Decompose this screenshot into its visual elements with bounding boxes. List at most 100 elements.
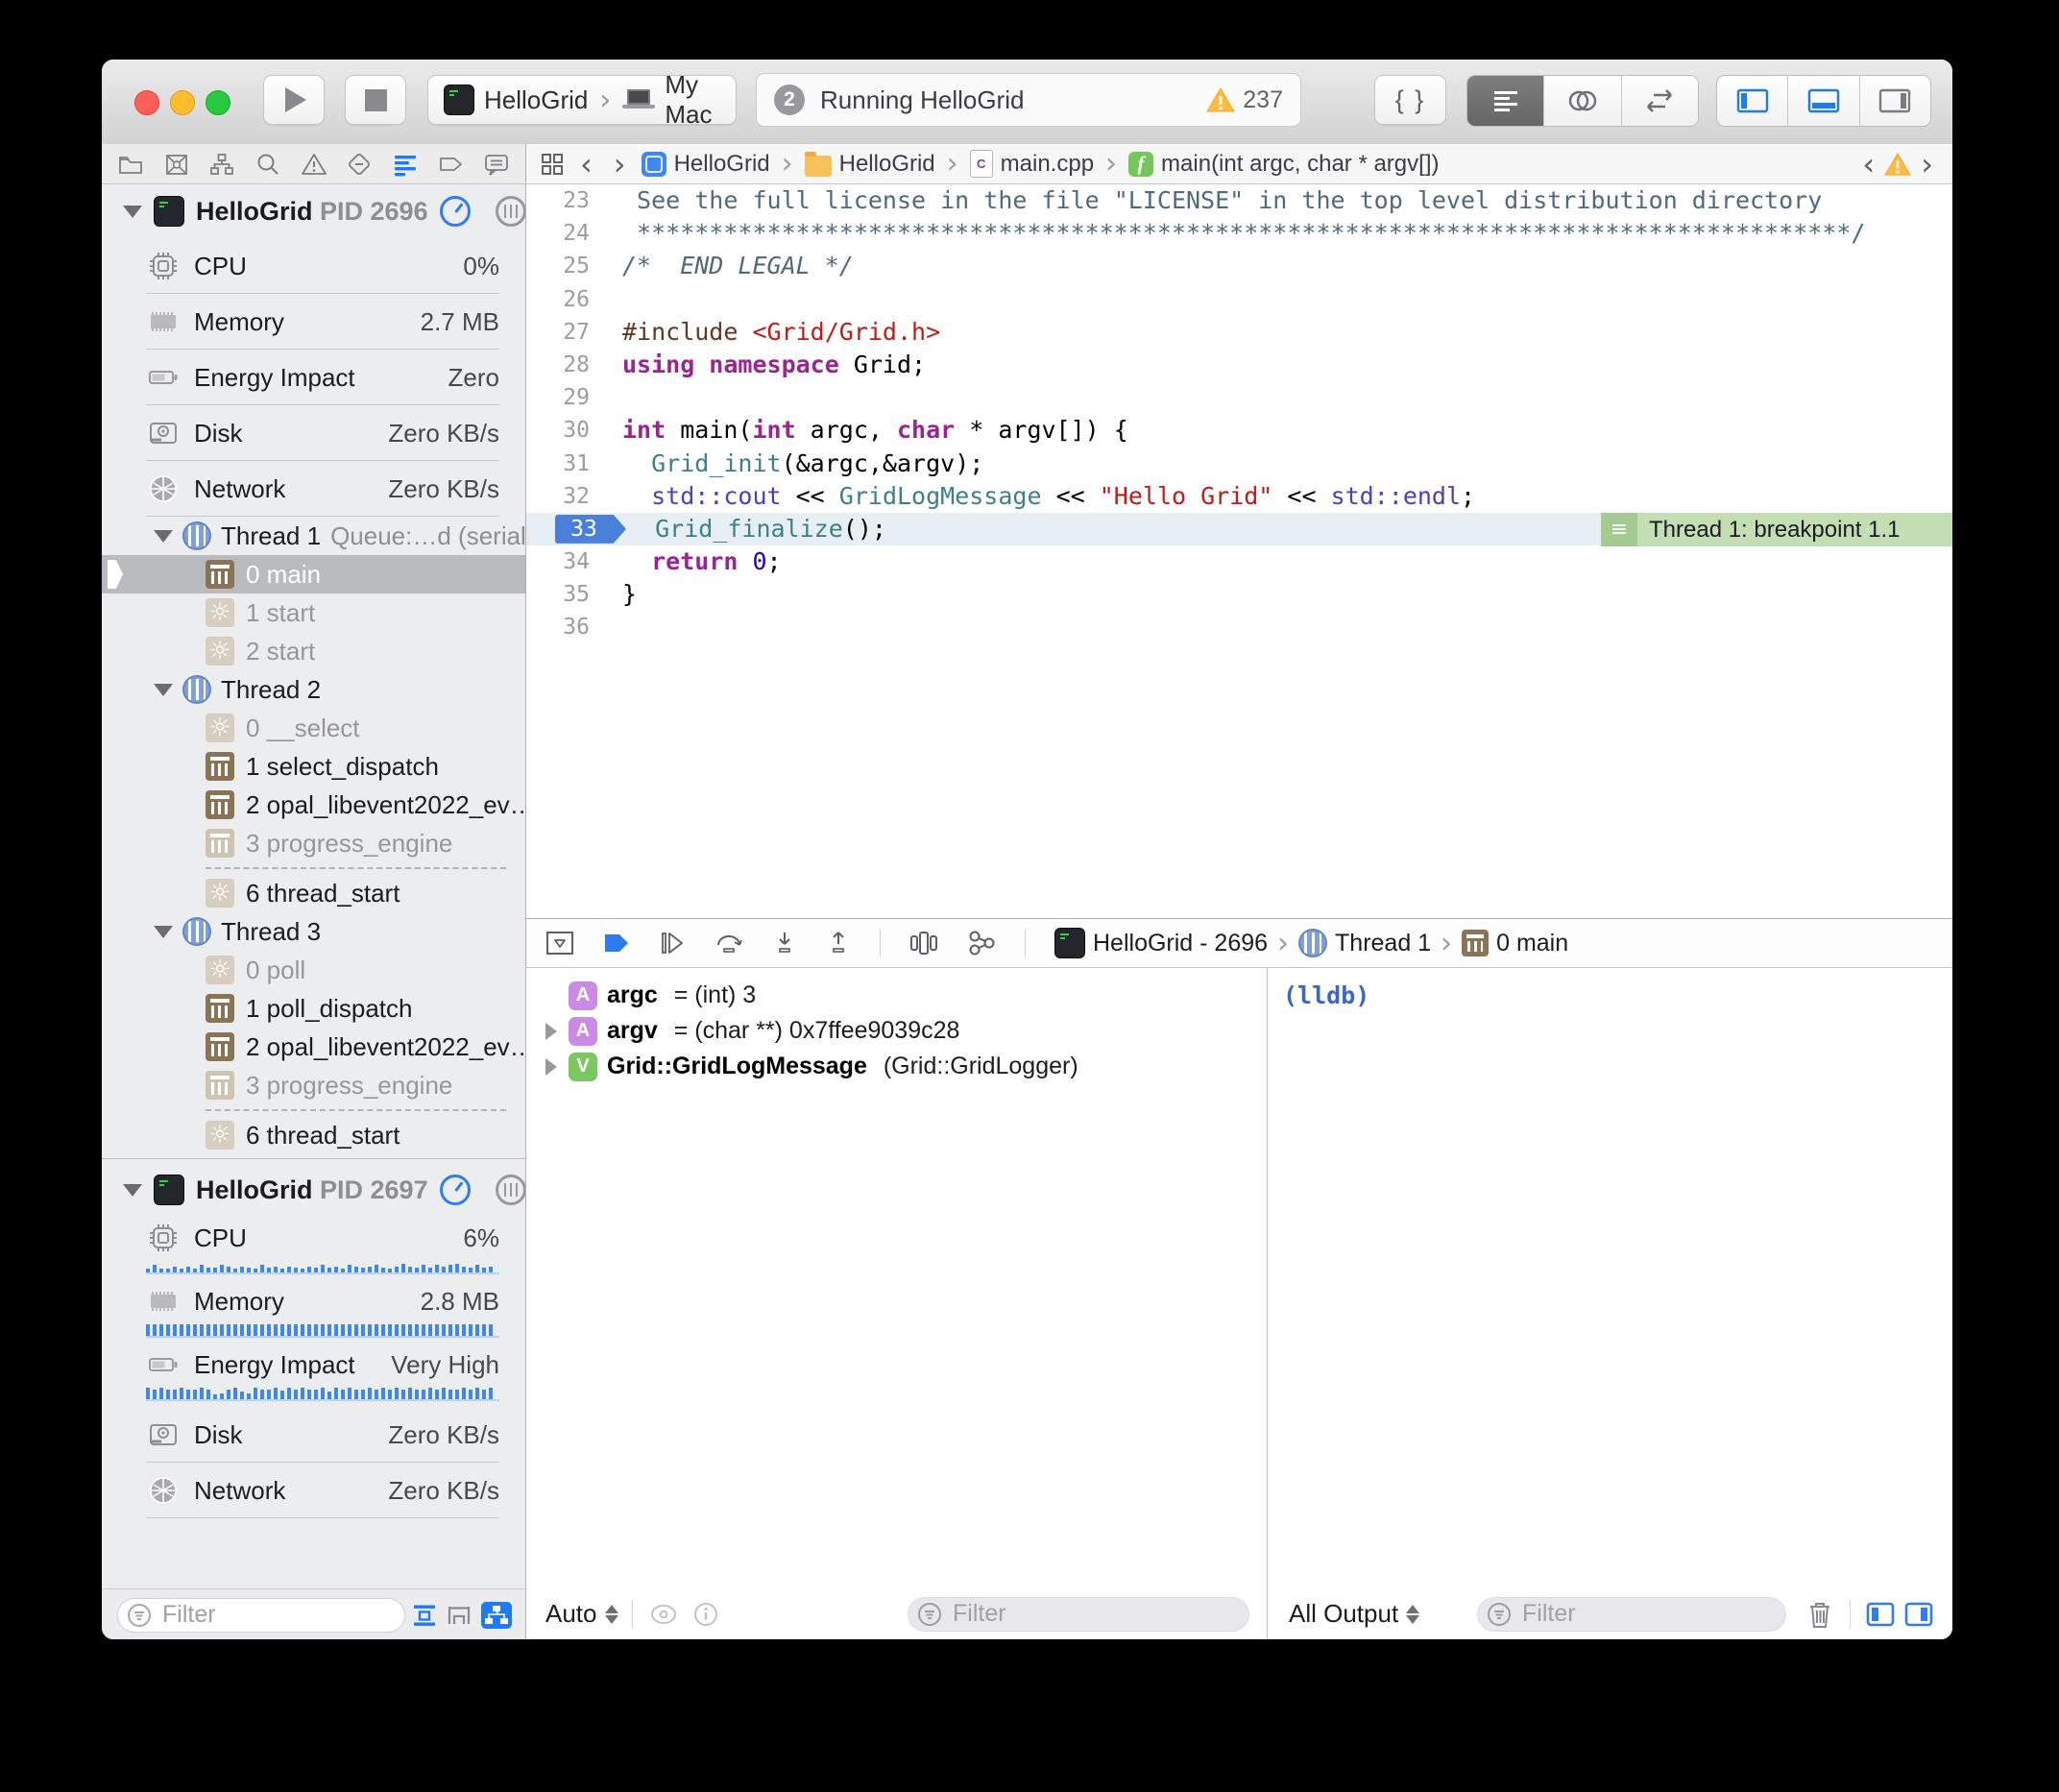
breakpoint-frames-filter-icon[interactable] bbox=[447, 1603, 472, 1628]
code-line[interactable]: 27#include <Grid/Grid.h> bbox=[526, 316, 1952, 349]
stack-frame-row[interactable]: 2 opal_libevent2022_ev… bbox=[102, 786, 525, 824]
assistant-editor-button[interactable] bbox=[1543, 76, 1620, 126]
stop-button[interactable] bbox=[345, 75, 406, 125]
stat-row-energy-impact[interactable]: Energy ImpactVery High bbox=[102, 1344, 525, 1386]
code-snippets-button[interactable]: { } bbox=[1374, 75, 1446, 125]
debug-memory-graph-button[interactable] bbox=[967, 930, 996, 957]
stack-frame-row[interactable]: ☼6 thread_start bbox=[102, 874, 525, 912]
toggle-debug-area-button[interactable] bbox=[1787, 76, 1858, 126]
console-filter-input[interactable] bbox=[1477, 1597, 1786, 1632]
info-icon[interactable] bbox=[692, 1601, 719, 1628]
sidebar-divider[interactable] bbox=[525, 144, 526, 1639]
code-line[interactable]: 31 Grid_init(&argc,&argv); bbox=[526, 448, 1952, 480]
stat-row-network[interactable]: NetworkZero KB/s bbox=[102, 1463, 525, 1518]
breakpoints-toggle-button[interactable] bbox=[603, 932, 630, 955]
stat-row-cpu[interactable]: CPU0% bbox=[102, 238, 525, 294]
performance-gauge-button[interactable] bbox=[440, 1174, 471, 1205]
console-view[interactable]: (lldb) bbox=[1268, 968, 1952, 1588]
step-out-button[interactable] bbox=[826, 931, 851, 956]
symbol-navigator-icon[interactable] bbox=[208, 151, 235, 178]
code-line[interactable]: 32 std::cout << GridLogMessage << "Hello… bbox=[526, 480, 1952, 513]
stack-frame-row[interactable]: 3 progress_engine bbox=[102, 824, 525, 862]
find-navigator-icon[interactable] bbox=[254, 151, 281, 178]
code-line[interactable]: 35} bbox=[526, 578, 1952, 611]
variables-scope-select[interactable]: Auto bbox=[545, 1599, 597, 1629]
debug-crumb-frame[interactable]: 0 main bbox=[1496, 930, 1568, 957]
stack-frame-row[interactable]: 1 poll_dispatch bbox=[102, 989, 525, 1028]
variable-row[interactable]: VGrid::GridLogMessage (Grid::GridLogger) bbox=[526, 1049, 1267, 1084]
stat-row-memory[interactable]: Memory2.8 MB bbox=[102, 1280, 525, 1322]
stack-frame-row[interactable]: ☼6 thread_start bbox=[102, 1116, 525, 1154]
minimize-window-button[interactable] bbox=[170, 90, 195, 115]
breadcrumb-group[interactable]: HelloGrid bbox=[805, 151, 935, 178]
zoom-window-button[interactable] bbox=[206, 90, 230, 115]
variables-filter-input[interactable] bbox=[908, 1597, 1249, 1632]
stack-frame-row[interactable]: 3 progress_engine bbox=[102, 1066, 525, 1104]
source-editor[interactable]: 23 See the full license in the file "LIC… bbox=[526, 184, 1952, 918]
thread-row[interactable]: Thread 3 bbox=[102, 912, 525, 951]
code-line[interactable]: 30int main(int argc, char * argv[]) { bbox=[526, 414, 1952, 447]
source-control-navigator-icon[interactable] bbox=[163, 151, 190, 178]
process-row[interactable]: HelloGrid PID 2696 bbox=[102, 184, 525, 238]
debug-panes-divider[interactable] bbox=[1267, 968, 1268, 1639]
stack-frame-row[interactable]: 0 main bbox=[102, 555, 525, 593]
code-line[interactable]: 24 *************************************… bbox=[526, 217, 1952, 250]
code-line[interactable]: 26 bbox=[526, 283, 1952, 316]
code-line[interactable]: 28using namespace Grid; bbox=[526, 349, 1952, 381]
activity-view[interactable]: 2 Running HelloGrid 237 bbox=[756, 73, 1301, 127]
performance-gauge-button[interactable] bbox=[440, 196, 471, 227]
thread-row[interactable]: Thread 2 bbox=[102, 670, 525, 709]
stack-frame-row[interactable]: 1 select_dispatch bbox=[102, 747, 525, 786]
breadcrumb-project[interactable]: HelloGrid bbox=[642, 151, 770, 178]
report-navigator-icon[interactable] bbox=[483, 151, 510, 178]
code-line[interactable]: 36 bbox=[526, 611, 1952, 643]
show-variables-view-button[interactable] bbox=[1866, 1602, 1895, 1627]
variable-row[interactable]: Aargc = (int) 3 bbox=[526, 978, 1267, 1013]
debug-crumb-process[interactable]: HelloGrid - 2696 bbox=[1093, 930, 1268, 957]
go-back-button[interactable]: ‹ bbox=[574, 146, 598, 182]
process-row[interactable]: HelloGrid PID 2697 bbox=[102, 1163, 525, 1217]
issue-warning-icon[interactable] bbox=[1884, 152, 1911, 177]
close-window-button[interactable] bbox=[134, 90, 159, 115]
stat-row-energy-impact[interactable]: Energy ImpactZero bbox=[102, 350, 525, 405]
toggle-inspector-button[interactable] bbox=[1859, 76, 1930, 126]
standard-editor-button[interactable] bbox=[1467, 76, 1543, 126]
stat-row-cpu[interactable]: CPU6% bbox=[102, 1217, 525, 1259]
related-items-icon[interactable] bbox=[540, 152, 565, 177]
code-line[interactable]: 29 bbox=[526, 381, 1952, 414]
memory-gauge-button[interactable] bbox=[496, 1174, 525, 1205]
memory-gauge-button[interactable] bbox=[496, 196, 525, 227]
stack-frame-row[interactable]: 2 opal_libevent2022_ev… bbox=[102, 1028, 525, 1066]
test-navigator-icon[interactable] bbox=[346, 151, 373, 178]
navigator-filter-input[interactable] bbox=[117, 1598, 405, 1633]
warning-icon[interactable] bbox=[1206, 86, 1235, 113]
show-console-view-button[interactable] bbox=[1904, 1602, 1933, 1627]
previous-issue-button[interactable]: ‹ bbox=[1856, 146, 1880, 182]
stat-row-disk[interactable]: DiskZero KB/s bbox=[102, 1407, 525, 1463]
toggle-navigator-button[interactable] bbox=[1717, 76, 1787, 126]
step-into-button[interactable] bbox=[772, 931, 797, 956]
step-over-button[interactable] bbox=[715, 931, 743, 956]
stat-row-memory[interactable]: Memory2.7 MB bbox=[102, 294, 525, 350]
clear-console-button[interactable] bbox=[1805, 1599, 1834, 1630]
disclosure-triangle-icon[interactable] bbox=[544, 1058, 559, 1076]
console-scope-select[interactable]: All Output bbox=[1289, 1599, 1398, 1629]
stat-row-disk[interactable]: DiskZero KB/s bbox=[102, 405, 525, 461]
code-line[interactable]: 25/* END LEGAL */ bbox=[526, 250, 1952, 282]
thread-row[interactable]: Thread 1Queue:…d (serial) bbox=[102, 517, 525, 555]
next-issue-button[interactable]: › bbox=[1915, 146, 1939, 182]
breadcrumb-file[interactable]: C main.cpp bbox=[970, 150, 1094, 178]
debug-navigator-icon[interactable] bbox=[392, 151, 419, 178]
debug-crumb-thread[interactable]: Thread 1 bbox=[1335, 930, 1431, 957]
breakpoint-annotation[interactable]: ≡ Thread 1: breakpoint 1.1 bbox=[1601, 513, 1952, 546]
code-line[interactable]: 23 See the full license in the file "LIC… bbox=[526, 184, 1952, 217]
quick-look-icon[interactable] bbox=[648, 1602, 679, 1627]
stack-frame-row[interactable]: ☼2 start bbox=[102, 632, 525, 670]
scheme-selector[interactable]: HelloGrid › My Mac bbox=[427, 75, 737, 125]
variable-row[interactable]: Aargv = (char **) 0x7ffee9039c28 bbox=[526, 1013, 1267, 1049]
code-line[interactable]: 34 return 0; bbox=[526, 545, 1952, 578]
view-process-by-queue-icon[interactable] bbox=[481, 1602, 512, 1629]
breakpoint-line-badge[interactable]: 33 bbox=[555, 515, 626, 544]
hide-debug-area-button[interactable] bbox=[545, 931, 574, 956]
breadcrumb-symbol[interactable]: f main(int argc, char * argv[]) bbox=[1128, 151, 1439, 178]
